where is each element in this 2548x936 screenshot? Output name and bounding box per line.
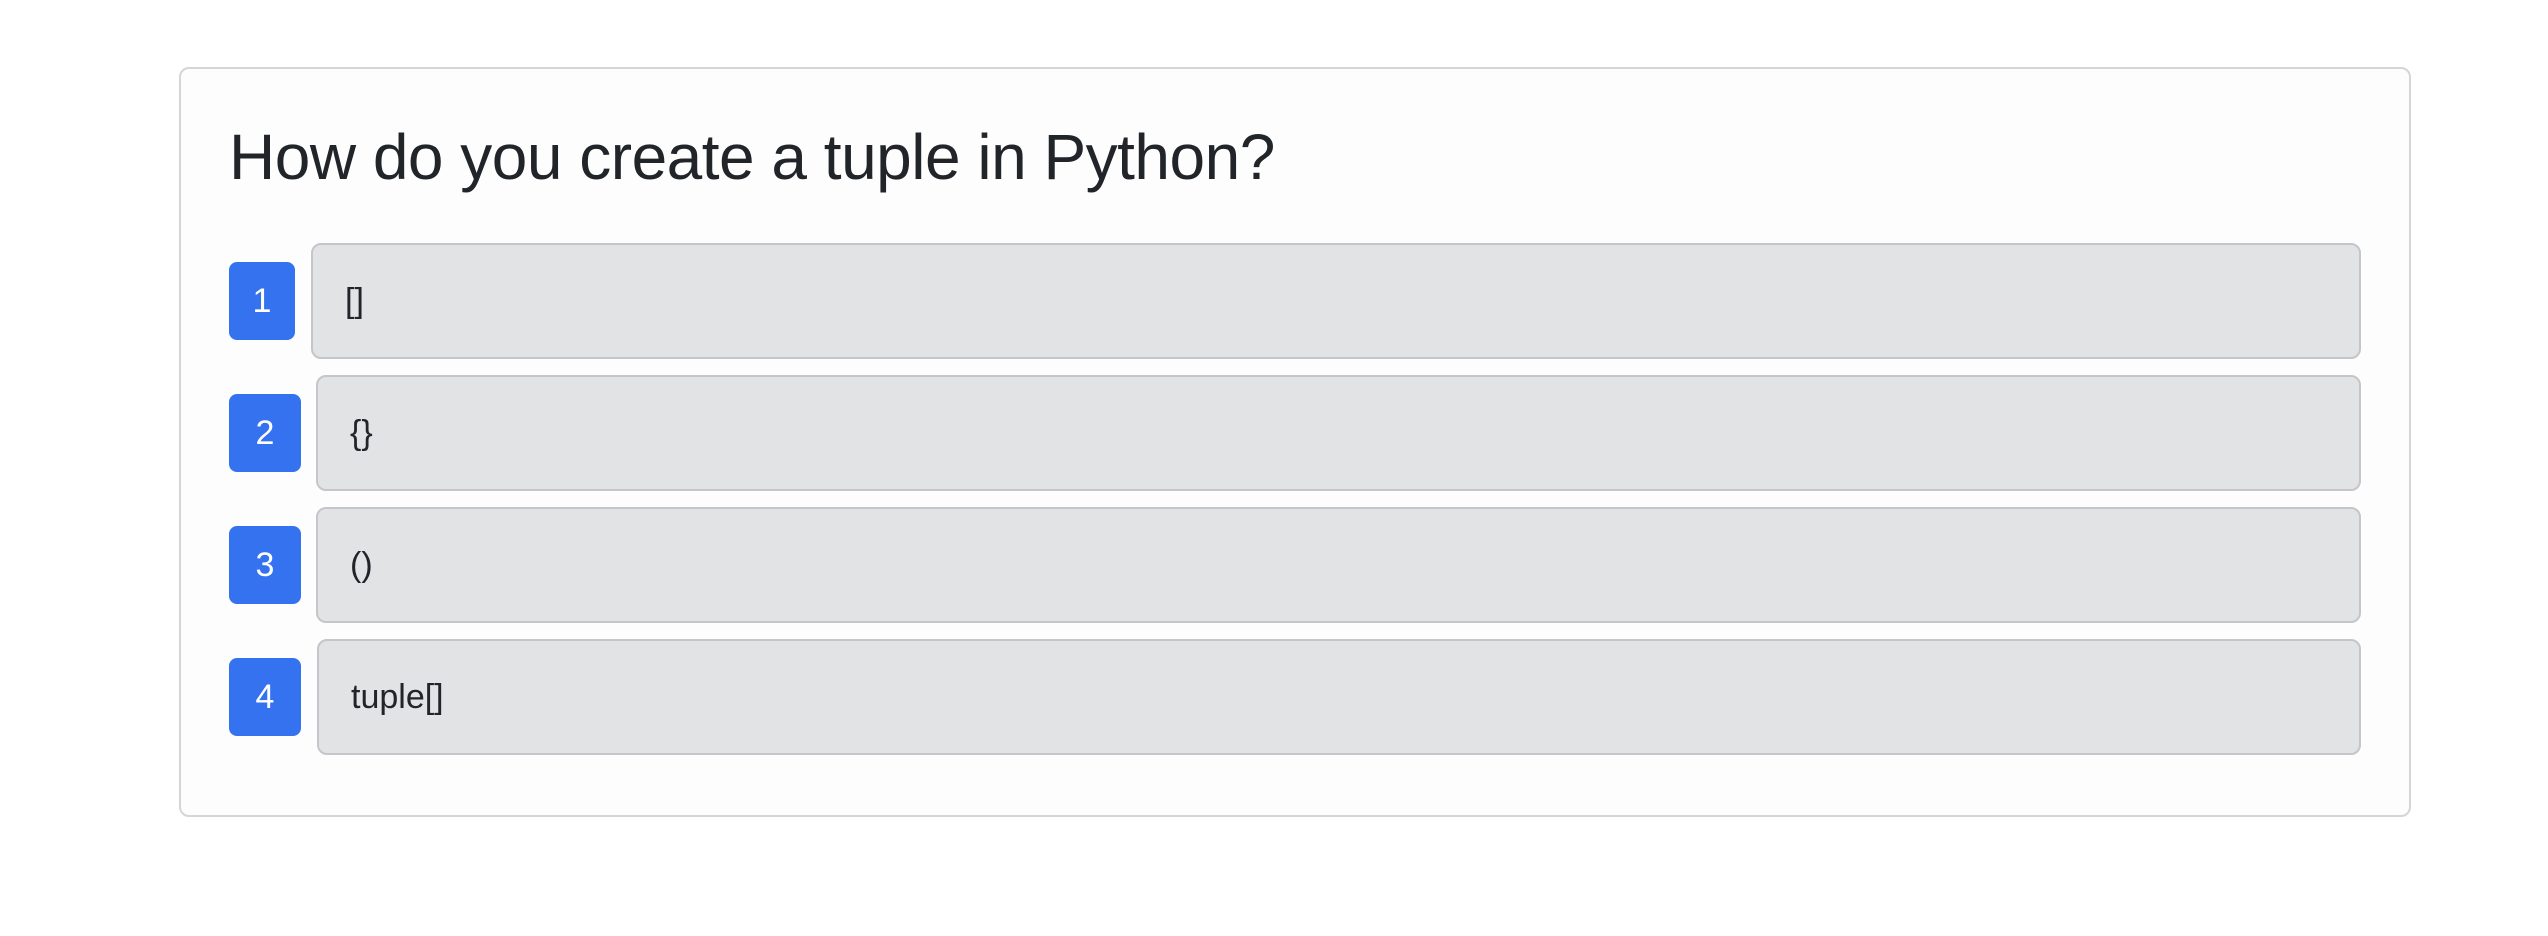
option-row-2: 2 {} <box>229 375 2361 491</box>
answer-option-4[interactable]: tuple[] <box>317 639 2361 755</box>
option-number-badge: 1 <box>229 262 295 340</box>
option-row-1: 1 [] <box>229 243 2361 359</box>
question-title: How do you create a tuple in Python? <box>229 121 1275 193</box>
quiz-card: How do you create a tuple in Python? 1 [… <box>179 67 2411 817</box>
answer-option-2[interactable]: {} <box>316 375 2361 491</box>
option-row-3: 3 () <box>229 507 2361 623</box>
option-number-badge: 3 <box>229 526 301 604</box>
option-number-badge: 2 <box>229 394 301 472</box>
answer-option-1[interactable]: [] <box>311 243 2361 359</box>
option-number-badge: 4 <box>229 658 301 736</box>
answer-option-3[interactable]: () <box>316 507 2361 623</box>
option-row-4: 4 tuple[] <box>229 639 2361 755</box>
